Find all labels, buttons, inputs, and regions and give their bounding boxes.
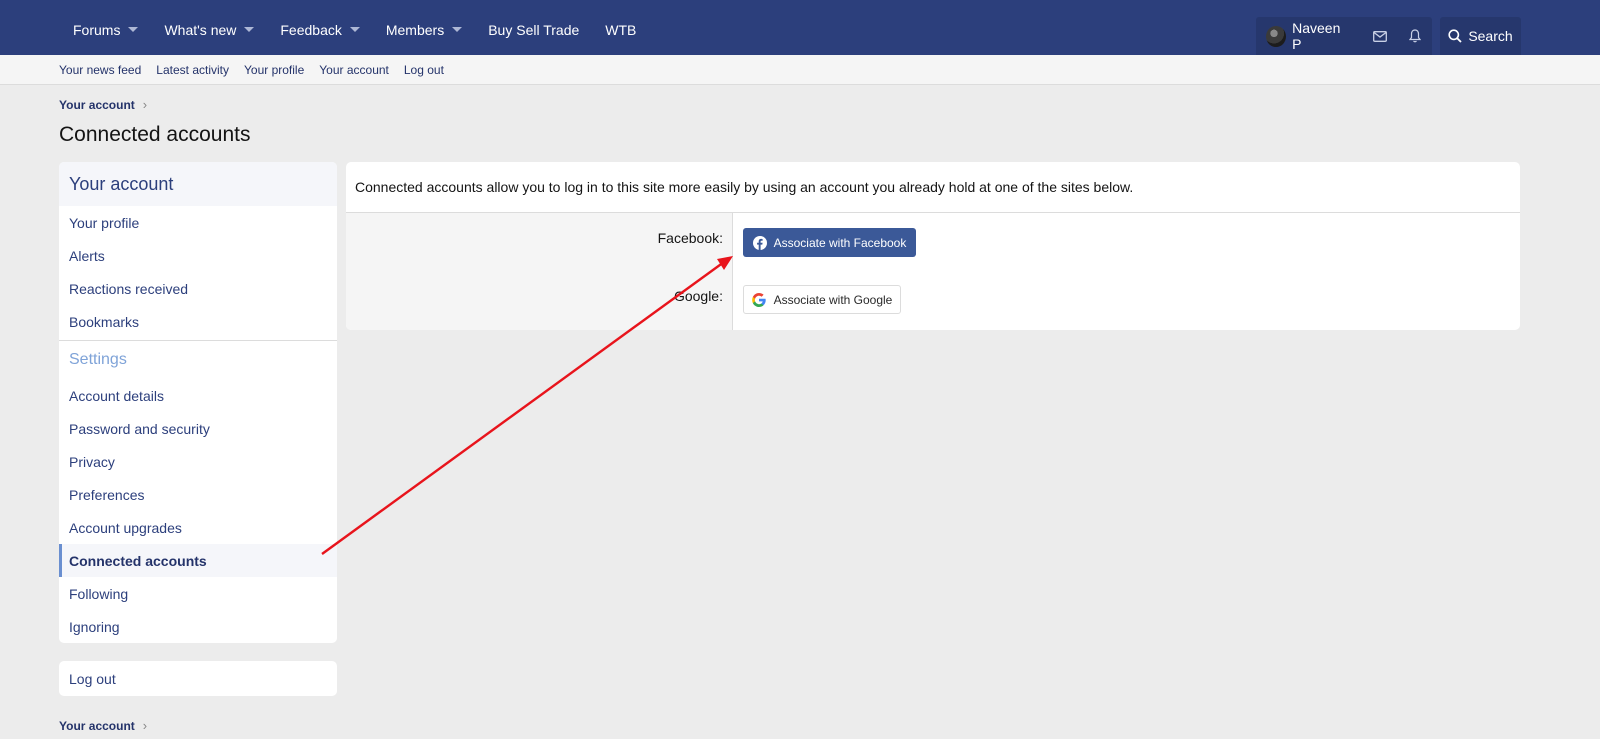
avatar[interactable] [1266,25,1287,47]
facebook-label: Facebook: [657,230,723,246]
associate-facebook-button[interactable]: Associate with Facebook [743,228,916,257]
breadcrumb-your-account[interactable]: Your account [59,98,135,112]
nav-wtb[interactable]: WTB [592,0,649,55]
associate-google-button[interactable]: Associate with Google [743,285,901,314]
nav-members-label: Members [385,21,445,38]
chevron-down-icon[interactable] [128,27,139,32]
main-nav: Forums What's new Feedback Members Buy S… [60,0,649,55]
breadcrumb: Your account › [59,97,147,112]
subnav-news-feed[interactable]: Your news feed [59,63,141,77]
nav-wtb-label: WTB [605,21,637,38]
envelope-icon [1373,30,1388,42]
sidebar-item-bookmarks[interactable]: Bookmarks [59,305,337,338]
nav-whats-new-label: What's new [164,21,237,38]
nav-forums-label: Forums [73,21,121,38]
chevron-right-icon: › [142,718,148,733]
associate-google-label: Associate with Google [773,292,893,307]
footer-breadcrumb: Your account › [59,718,147,733]
sidebar-item-connected-accounts[interactable]: Connected accounts [59,544,337,577]
sub-navigation: Your news feed Latest activity Your prof… [0,55,1600,85]
nav-feedback[interactable]: Feedback [267,0,372,55]
subnav-your-account[interactable]: Your account [319,63,389,77]
bell-icon [1408,29,1421,43]
sidebar-item-password-and-security[interactable]: Password and security [59,412,337,445]
search-label: Search [1468,28,1513,44]
connected-accounts-panel: Connected accounts allow you to log in t… [346,162,1520,330]
nav-buy-sell-trade-label: Buy Sell Trade [488,21,580,38]
sidebar-item-preferences[interactable]: Preferences [59,478,337,511]
subnav-your-profile[interactable]: Your profile [244,63,304,77]
chevron-down-icon[interactable] [452,27,463,32]
sidebar-item-your-profile[interactable]: Your profile [59,206,337,239]
subnav-links: Your news feed Latest activity Your prof… [59,55,459,85]
search-button[interactable]: Search [1440,17,1521,55]
sidebar-header: Your account [59,162,337,206]
user-menu-group: Naveen P [1256,17,1432,55]
chevron-down-icon[interactable] [244,27,255,32]
nav-members[interactable]: Members [373,0,475,55]
sidebar-item-ignoring[interactable]: Ignoring [59,610,337,643]
sidebar-section-settings: Settings [69,351,127,368]
inbox-button[interactable] [1363,17,1397,55]
top-navigation-bar: Forums What's new Feedback Members Buy S… [0,0,1600,55]
intro-text: Connected accounts allow you to log in t… [346,162,1520,213]
subnav-log-out[interactable]: Log out [404,63,444,77]
sidebar-item-reactions-received[interactable]: Reactions received [59,272,337,305]
chevron-right-icon: › [142,97,148,112]
subnav-latest-activity[interactable]: Latest activity [156,63,229,77]
sidebar-item-privacy[interactable]: Privacy [59,445,337,478]
sidebar-item-account-upgrades[interactable]: Account upgrades [59,511,337,544]
search-icon [1448,29,1462,43]
google-label: Google: [673,288,723,304]
alerts-button[interactable] [1398,17,1432,55]
account-sidebar: Your account Your profile Alerts Reactio… [59,162,337,643]
providers-form: Facebook: Associate with Facebook Google… [346,213,1520,330]
sidebar-item-following[interactable]: Following [59,577,337,610]
google-icon [751,292,766,307]
associate-facebook-label: Associate with Facebook [773,235,907,250]
nav-feedback-label: Feedback [280,21,342,38]
sidebar-item-account-details[interactable]: Account details [59,379,337,412]
nav-forums[interactable]: Forums [60,0,151,55]
sidebar-item-alerts[interactable]: Alerts [59,239,337,272]
footer-breadcrumb-your-account[interactable]: Your account [59,719,135,733]
nav-buy-sell-trade[interactable]: Buy Sell Trade [475,0,592,55]
chevron-down-icon[interactable] [349,27,360,32]
facebook-icon [752,235,767,250]
page-title: Connected accounts [59,123,251,146]
nav-whats-new[interactable]: What's new [151,0,267,55]
user-name-link[interactable]: Naveen P [1292,20,1351,52]
sidebar-log-out[interactable]: Log out [59,661,337,696]
